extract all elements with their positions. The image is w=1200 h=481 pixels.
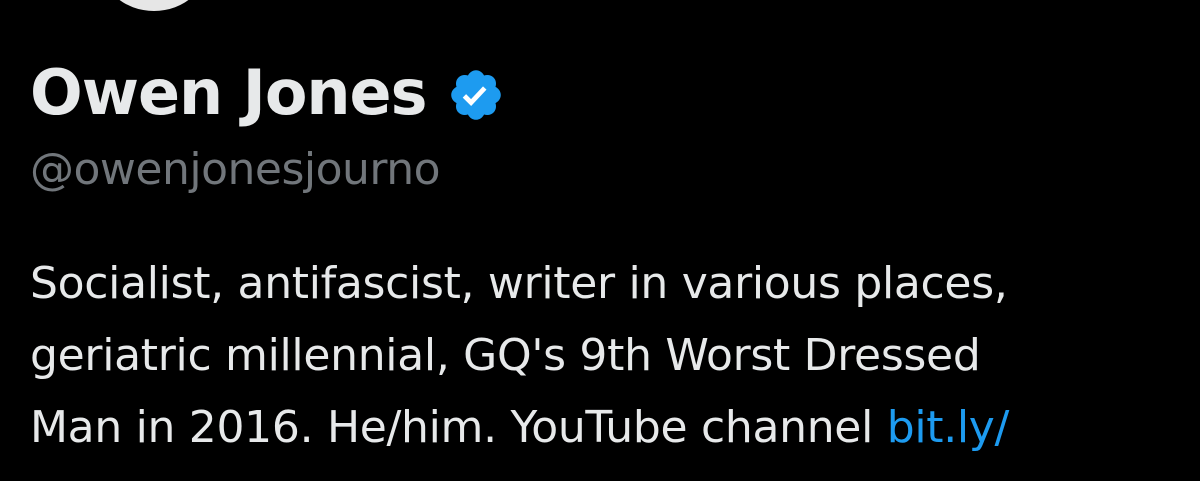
profile-name-row: Owen Jones [30,48,505,138]
profile-bio: Socialist, antifascist, writer in variou… [30,248,1200,464]
bio-line: Socialist, antifascist, writer in variou… [30,258,1008,309]
display-name: Owen Jones [30,56,428,129]
avatar[interactable] [96,0,212,14]
bio-line: geriatric millennial, GQ's 9th Worst Dre… [30,330,981,381]
bio-link[interactable]: bit.ly/ [887,402,1010,453]
profile-handle: @owenjonesjourno [30,144,441,195]
bio-line: Man in 2016. He/him. YouTube channel bit… [30,392,1200,464]
verified-badge-icon[interactable] [447,66,505,124]
bio-text: Man in 2016. He/him. YouTube channel [30,402,887,453]
